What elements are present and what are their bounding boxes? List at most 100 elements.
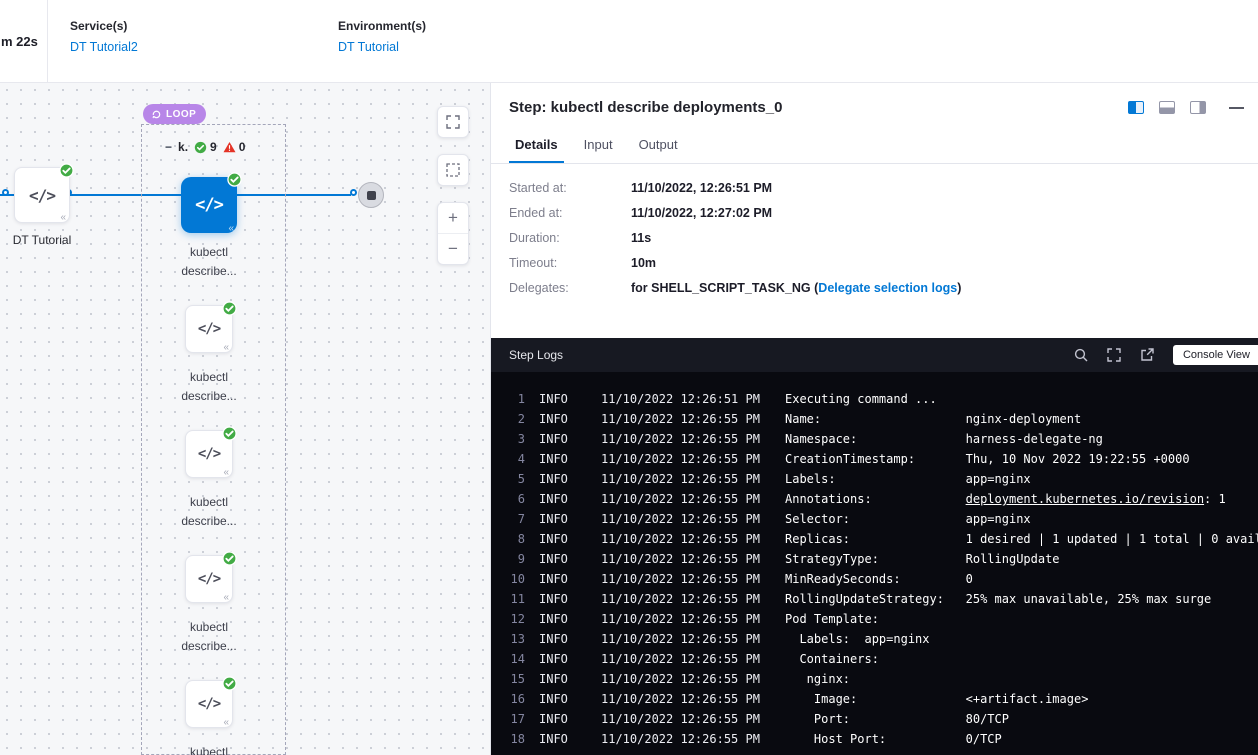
step-logs-section: Step Logs [491,338,1258,755]
success-check-icon [222,551,237,566]
step-node-label: kubectl describe... [160,368,258,406]
log-message: Pod Template: [785,609,879,629]
stage-node-label: DT Tutorial [0,233,98,247]
log-search-button[interactable] [1074,348,1088,362]
code-icon: </> [198,321,220,337]
execution-topbar: m 22s Service(s) DT Tutorial2 Environmen… [0,0,1258,83]
log-message: Labels: app=nginx [785,469,1031,489]
success-check-icon [222,301,237,316]
marquee-icon [446,163,460,177]
tab-output[interactable]: Output [633,129,684,163]
detail-row-ended: Ended at: 11/10/2022, 12:27:02 PM [509,206,1240,220]
console-view-toggle[interactable]: Console View [1173,345,1258,365]
log-link[interactable]: deployment.kubernetes.io/revision [966,492,1204,506]
log-message: Port: 80/TCP [785,709,1009,729]
detail-label: Delegates: [509,281,631,295]
detail-value: 10m [631,256,656,270]
log-open-new-tab-button[interactable] [1140,348,1154,362]
minimize-panel-button[interactable] [1229,107,1244,109]
elapsed-time: m 22s [0,0,48,82]
log-fullscreen-button[interactable] [1107,348,1121,362]
step-node[interactable]: </> « [185,305,233,353]
log-message: Containers: [785,649,879,669]
pipeline-canvas[interactable]: LOOP − k. 9 0 [0,83,490,755]
detail-row-started: Started at: 11/10/2022, 12:26:51 PM [509,181,1240,195]
code-icon: </> [195,195,223,215]
step-node-selected[interactable]: </> « [181,177,237,233]
step-node[interactable]: </> « [185,430,233,478]
log-line: 12INFO11/10/2022 12:26:55 PMPod Template… [491,609,1258,629]
node-chip-icon: « [228,224,234,234]
step-label-line1: kubectl [160,618,258,637]
log-message: MinReadySeconds: 0 [785,569,973,589]
zoom-to-selection-button[interactable] [437,154,469,186]
layout-right-view-icon[interactable] [1190,101,1206,114]
log-lines[interactable]: 1INFO11/10/2022 12:26:51 PMExecuting com… [491,372,1258,755]
step-node[interactable]: </> « [185,680,233,728]
detail-row-delegates: Delegates: for SHELL_SCRIPT_TASK_NG (Del… [509,281,1240,295]
detail-value: 11/10/2022, 12:26:51 PM [631,181,772,195]
log-line: 9INFO11/10/2022 12:26:55 PMStrategyType:… [491,549,1258,569]
loop-icon [151,109,162,120]
log-line: 14INFO11/10/2022 12:26:55 PM Containers: [491,649,1258,669]
step-node-label: kubectl describe... [160,243,258,281]
zoom-out-button[interactable]: − [438,234,468,264]
connector-port [350,189,357,196]
success-check-icon [227,172,242,187]
environments-link[interactable]: DT Tutorial [338,40,426,54]
detail-label: Started at: [509,181,631,195]
loop-group-name: k. [178,140,188,154]
log-message: Annotations: deployment.kubernetes.io/re… [785,489,1226,509]
log-line: 7INFO11/10/2022 12:26:55 PMSelector: app… [491,509,1258,529]
log-message: StrategyType: RollingUpdate [785,549,1060,569]
log-line: 11INFO11/10/2022 12:26:55 PMRollingUpdat… [491,589,1258,609]
collapse-group-button[interactable]: − [165,140,172,154]
step-label-line2: describe... [160,512,258,531]
details-tabs: Details Input Output [491,129,1258,164]
zoom-in-button[interactable]: + [438,203,468,234]
log-line: 3INFO11/10/2022 12:26:55 PMNamespace: ha… [491,429,1258,449]
step-label-line2: describe... [160,637,258,656]
detail-value: 11/10/2022, 12:27:02 PM [631,206,772,220]
log-line: 13INFO11/10/2022 12:26:55 PM Labels: app… [491,629,1258,649]
detail-label: Ended at: [509,206,631,220]
success-icon [194,141,207,154]
log-line: 15INFO11/10/2022 12:26:55 PM nginx: [491,669,1258,689]
log-line: 1INFO11/10/2022 12:26:51 PMExecuting com… [491,389,1258,409]
node-chip-icon: « [60,213,66,223]
log-line: 6INFO11/10/2022 12:26:55 PMAnnotations: … [491,489,1258,509]
stop-icon [367,191,376,200]
log-line: 16INFO11/10/2022 12:26:55 PM Image: <+ar… [491,689,1258,709]
fit-to-screen-button[interactable] [437,106,469,138]
tab-input[interactable]: Input [578,129,619,163]
layout-bottom-view-icon[interactable] [1159,101,1175,114]
external-link-icon [1140,348,1154,362]
step-logs-title: Step Logs [509,348,563,362]
log-line: 4INFO11/10/2022 12:26:55 PMCreationTimes… [491,449,1258,469]
log-line: 2INFO11/10/2022 12:26:55 PMName: nginx-d… [491,409,1258,429]
log-message: RollingUpdateStrategy: 25% max unavailab… [785,589,1211,609]
log-message: Replicas: 1 desired | 1 updated | 1 tota… [785,529,1258,549]
services-block: Service(s) DT Tutorial2 [70,0,316,82]
step-node[interactable]: </> « [185,555,233,603]
app-window: m 22s Service(s) DT Tutorial2 Environmen… [0,0,1258,755]
tab-details[interactable]: Details [509,129,564,163]
delegate-selection-logs-link[interactable]: Delegate selection logs [818,281,957,295]
step-label-line2: describe... [160,262,258,281]
step-label-line1: kubectl [160,493,258,512]
code-icon: </> [198,696,220,712]
stage-node-dt-tutorial[interactable]: </> « [14,167,70,223]
log-message: Selector: app=nginx [785,509,1031,529]
step-node-label: kubectl describe... [160,493,258,531]
step-label-line1: kubectl [160,368,258,387]
error-count-badge: 0 [223,140,246,154]
delegates-prefix: for SHELL_SCRIPT_TASK_NG ( [631,281,818,295]
log-message: nginx: [785,669,850,689]
connector-port [2,189,9,196]
search-icon [1074,348,1088,362]
loop-group-header: − k. 9 0 [165,140,245,154]
node-chip-icon: « [223,468,229,478]
services-link[interactable]: DT Tutorial2 [70,40,316,54]
log-line: 17INFO11/10/2022 12:26:55 PM Port: 80/TC… [491,709,1258,729]
layout-split-view-icon[interactable] [1128,101,1144,114]
